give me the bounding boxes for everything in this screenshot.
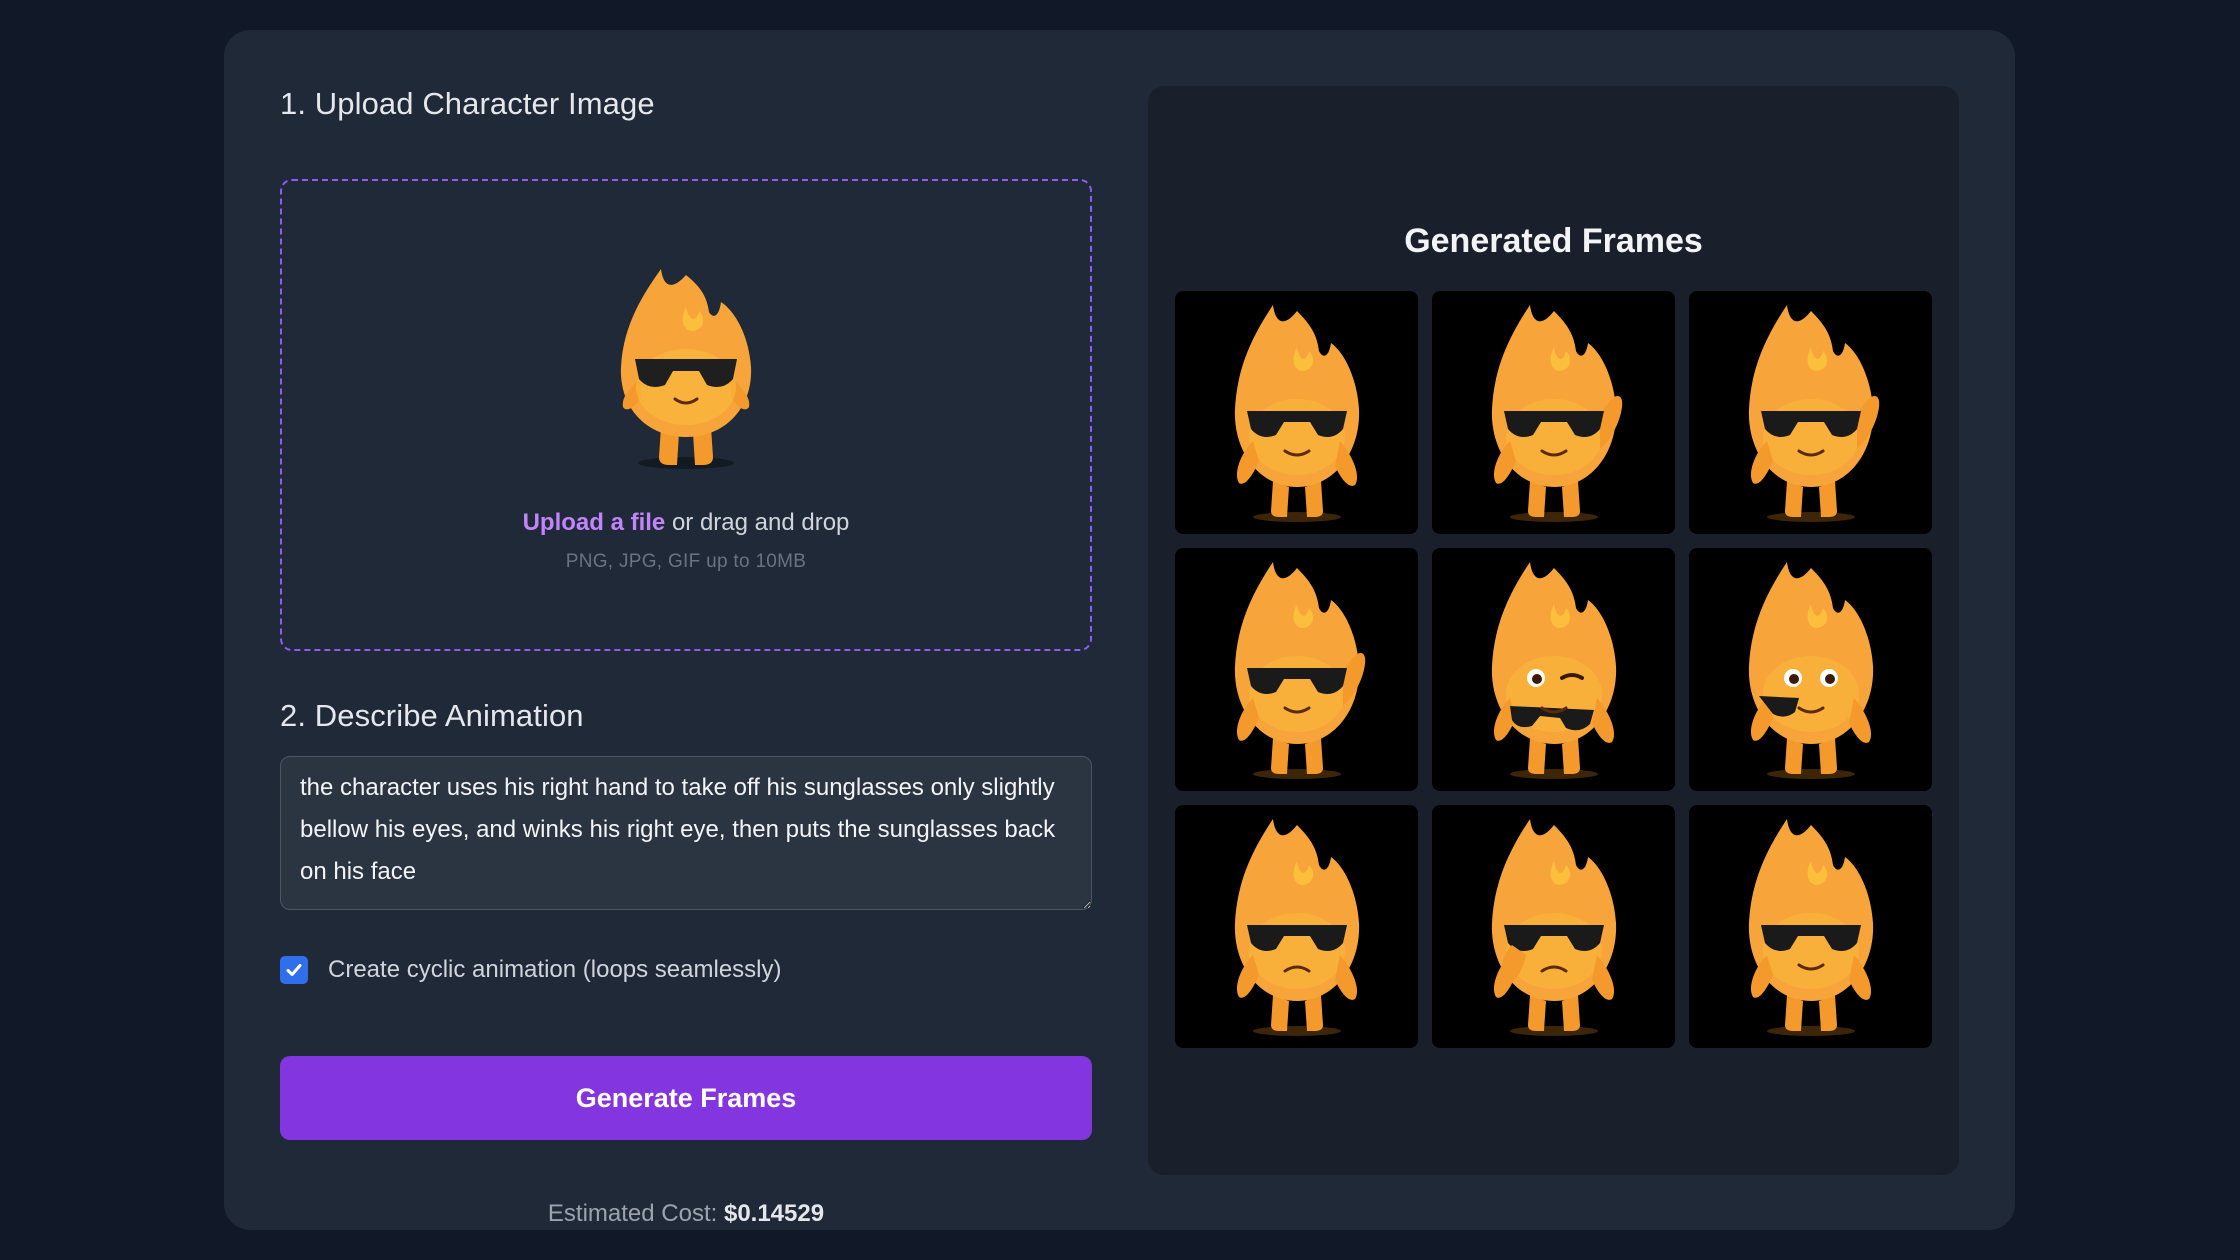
animation-description-input[interactable] xyxy=(280,756,1092,910)
upload-instruction: Upload a file or drag and drop xyxy=(523,509,850,537)
generated-frame[interactable] xyxy=(1432,548,1675,791)
frames-grid xyxy=(1175,291,1932,1048)
main-card: 1. Upload Character Image Upload a file … xyxy=(224,30,2015,1230)
flame-character-frame-image xyxy=(1234,305,1360,522)
generated-frame[interactable] xyxy=(1689,548,1932,791)
generated-frame[interactable] xyxy=(1689,805,1932,1048)
generated-frame[interactable] xyxy=(1432,805,1675,1048)
flame-character-frame-image xyxy=(1748,562,1874,779)
cyclic-option-row: Create cyclic animation (loops seamlessl… xyxy=(280,956,782,984)
generate-frames-button[interactable]: Generate Frames xyxy=(280,1056,1092,1140)
flame-character-frame-image xyxy=(1748,305,1880,522)
estimated-cost: Estimated Cost: $0.14529 xyxy=(280,1200,1092,1228)
generated-frames-title: Generated Frames xyxy=(1404,222,1703,260)
character-preview-image xyxy=(620,269,752,469)
upload-file-hint: PNG, JPG, GIF up to 10MB xyxy=(565,551,807,572)
input-panel: 1. Upload Character Image Upload a file … xyxy=(280,86,1092,1227)
generated-frame[interactable] xyxy=(1175,548,1418,791)
output-panel: Generated Frames xyxy=(1148,86,1959,1175)
upload-dropzone[interactable]: Upload a file or drag and drop PNG, JPG,… xyxy=(280,179,1092,651)
cost-label: Estimated Cost: xyxy=(547,1200,724,1227)
generated-frame[interactable] xyxy=(1432,291,1675,534)
flame-character-frame-image xyxy=(1491,562,1617,779)
flame-character-frame-image xyxy=(1491,819,1617,1036)
cost-value: $0.14529 xyxy=(723,1200,825,1227)
describe-section-title: 2. Describe Animation xyxy=(280,698,584,733)
flame-character-frame-image xyxy=(1234,819,1360,1036)
checkmark-icon xyxy=(286,964,302,976)
upload-file-link[interactable]: Upload a file xyxy=(523,509,666,536)
flame-character-frame-image xyxy=(1491,305,1623,522)
upload-section-title: 1. Upload Character Image xyxy=(280,86,655,121)
flame-character-frame-image xyxy=(1234,562,1366,779)
generated-frame[interactable] xyxy=(1689,291,1932,534)
flame-character-frame-image xyxy=(1748,819,1874,1036)
cyclic-checkbox-label[interactable]: Create cyclic animation (loops seamlessl… xyxy=(328,956,782,984)
cyclic-checkbox[interactable] xyxy=(280,956,308,984)
generated-frame[interactable] xyxy=(1175,805,1418,1048)
drag-drop-text: or drag and drop xyxy=(665,509,850,536)
generated-frame[interactable] xyxy=(1175,291,1418,534)
